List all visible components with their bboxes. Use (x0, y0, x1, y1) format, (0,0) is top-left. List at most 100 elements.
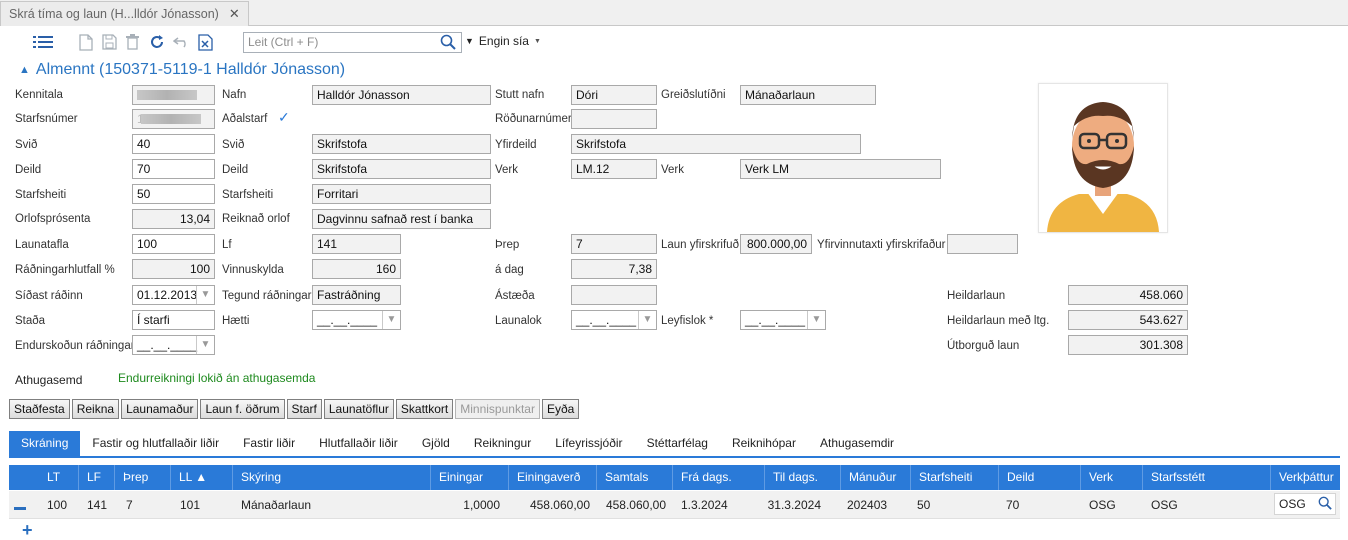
tab-lifeyrissjodir[interactable]: Lífeyrissjóðir (543, 431, 634, 456)
greidslutidni-field[interactable]: Mánaðarlaun (740, 85, 876, 105)
remove-row-icon[interactable] (14, 507, 26, 510)
orlofsprosenta-field[interactable]: 13,04 (132, 209, 215, 229)
eyda-button[interactable]: Eyða (541, 399, 580, 419)
column-header-einingaverd[interactable]: Einingaverð (509, 465, 597, 490)
utborgud-field[interactable]: 301.308 (1068, 335, 1188, 355)
verkthattur-input[interactable]: OSG (1274, 493, 1336, 515)
laun-yfirskrifud-field[interactable]: 800.000,00 (740, 234, 812, 254)
excel-export-icon[interactable] (195, 32, 215, 52)
stada-field[interactable]: Í starfi (132, 310, 215, 330)
menu-icon[interactable] (33, 32, 53, 52)
starfsheiti-code-field[interactable]: 50 (132, 184, 215, 204)
document-tab[interactable]: Skrá tíma og laun (H...lldór Jónasson) ✕ (0, 1, 249, 26)
yfirvinnutaxti-field[interactable] (947, 234, 1018, 254)
threp-field[interactable]: 7 (571, 234, 657, 254)
laun-f-odrum-button[interactable]: Laun f. öðrum (200, 399, 285, 419)
employee-avatar[interactable] (1038, 83, 1168, 233)
tab-fastir-og-hlutfalladir[interactable]: Fastir og hlutfallaðir liðir (80, 431, 231, 456)
verk-name-field[interactable]: Verk LM (740, 159, 941, 179)
cell-starfsstett[interactable]: OSG (1151, 491, 1178, 519)
reiknad-orlof-field[interactable]: Dagvinnu safnað rest í banka (312, 209, 491, 229)
column-header-lt[interactable]: LT (39, 465, 79, 490)
add-row-icon[interactable]: + (22, 521, 33, 539)
column-header-ll[interactable]: LL ▲ (171, 465, 233, 490)
starf-button[interactable]: Starf (286, 399, 322, 419)
tab-reikningur[interactable]: Reikningur (462, 431, 543, 456)
leyfislok-field[interactable]: __.__.____ ▼ (740, 310, 826, 330)
nafn-field[interactable]: Halldór Jónasson (312, 85, 491, 105)
skattkort-button[interactable]: Skattkort (395, 399, 454, 419)
filter-dropdown[interactable]: ▼ Engin sía ▼ (465, 34, 541, 48)
lf-field[interactable]: 141 (312, 234, 401, 254)
column-header-manudur[interactable]: Mánuður (841, 465, 911, 490)
yfirdeild-field[interactable]: Skrifstofa (571, 134, 861, 154)
cell-lt[interactable]: 100 (47, 491, 67, 519)
search-icon[interactable] (1318, 496, 1332, 516)
astaeda-field[interactable] (571, 285, 657, 305)
column-header-threp[interactable]: Þrep (115, 465, 171, 490)
starfsheiti-name-field[interactable]: Forritari (312, 184, 491, 204)
chevron-down-icon[interactable]: ▼ (382, 311, 400, 329)
section-header[interactable]: ▲ Almennt (150371-5119-1 Halldór Jónasso… (19, 61, 345, 79)
tab-skraning[interactable]: Skráning (9, 431, 81, 456)
cell-manudur[interactable]: 202403 (847, 491, 887, 519)
chevron-down-icon[interactable]: ▼ (807, 311, 825, 329)
tab-athugasemdir[interactable]: Athugasemdir (808, 431, 906, 456)
chevron-down-icon[interactable]: ▼ (196, 286, 214, 304)
delete-icon[interactable] (122, 32, 142, 52)
a-dag-field[interactable]: 7,38 (571, 259, 657, 279)
column-header-til-dags[interactable]: Til dags. (765, 465, 841, 490)
cell-fra-dags[interactable]: 1.3.2024 (681, 491, 728, 519)
tab-gjold[interactable]: Gjöld (410, 431, 462, 456)
column-header-samtals[interactable]: Samtals (597, 465, 673, 490)
cell-til-dags[interactable]: 31.3.2024 (765, 491, 821, 519)
stutt-nafn-field[interactable]: Dóri (571, 85, 657, 105)
column-header-einingar[interactable]: Einingar (431, 465, 509, 490)
verk-code-field[interactable]: LM.12 (571, 159, 657, 179)
kennitala-field[interactable] (132, 85, 215, 105)
column-header-starfsheiti[interactable]: Starfsheiti (911, 465, 999, 490)
chevron-down-icon[interactable]: ▼ (196, 336, 214, 354)
cell-skyring[interactable]: Mánaðarlaun (241, 491, 311, 519)
cell-ll[interactable]: 101 (180, 491, 200, 519)
rodunarnumer-field[interactable] (571, 109, 657, 129)
cell-samtals[interactable]: 458.060,00 (597, 491, 666, 519)
cell-einingar[interactable]: 1,0000 (431, 491, 500, 519)
column-header-deild[interactable]: Deild (999, 465, 1081, 490)
starfsnumer-field[interactable]: 1 (132, 109, 215, 129)
save-icon[interactable] (99, 32, 119, 52)
launatafla-field[interactable]: 100 (132, 234, 215, 254)
sidast-radinn-field[interactable]: 01.12.2013 ▼ (132, 285, 215, 305)
column-header-skyring[interactable]: Skýring (233, 465, 431, 490)
heildarlaun-ltg-field[interactable]: 543.627 (1068, 310, 1188, 330)
column-header-fra-dags[interactable]: Frá dags. (673, 465, 765, 490)
haetti-field[interactable]: __.__.____ ▼ (312, 310, 401, 330)
deild-code-field[interactable]: 70 (132, 159, 215, 179)
deild-name-field[interactable]: Skrifstofa (312, 159, 491, 179)
cell-verk[interactable]: OSG (1089, 491, 1116, 519)
tab-hlutfalladir-lidir[interactable]: Hlutfallaðir liðir (307, 431, 410, 456)
cell-lf[interactable]: 141 (87, 491, 107, 519)
search-icon[interactable] (440, 34, 457, 51)
column-header-verkthattur[interactable]: Verkþáttur (1271, 465, 1340, 490)
vinnuskylda-field[interactable]: 160 (312, 259, 401, 279)
tab-stettarfelag[interactable]: Stéttarfélag (635, 431, 720, 456)
minnispunktar-button[interactable]: Minnispunktar (455, 399, 540, 419)
undo-icon[interactable] (171, 32, 191, 52)
cell-deild[interactable]: 70 (1006, 491, 1019, 519)
column-header-verk[interactable]: Verk (1081, 465, 1143, 490)
cell-starfsheiti[interactable]: 50 (917, 491, 930, 519)
cell-threp[interactable]: 7 (126, 491, 133, 519)
tab-fastir-lidir[interactable]: Fastir liðir (231, 431, 307, 456)
tegund-radningar-field[interactable]: Fastráðning (312, 285, 401, 305)
adalstarf-checkbox[interactable]: ✓ (278, 110, 292, 124)
endurskodun-field[interactable]: __.__.____ ▼ (132, 335, 215, 355)
tab-reiknihopar[interactable]: Reiknihópar (720, 431, 808, 456)
reikna-button[interactable]: Reikna (71, 399, 120, 419)
cell-einingaverd[interactable]: 458.060,00 (509, 491, 590, 519)
close-icon[interactable]: ✕ (229, 6, 240, 22)
heildarlaun-field[interactable]: 458.060 (1068, 285, 1188, 305)
refresh-icon[interactable] (147, 32, 167, 52)
table-row[interactable]: 100 141 7 101 Mánaðarlaun 1,0000 458.060… (9, 491, 1340, 519)
launalok-field[interactable]: __.__.____ ▼ (571, 310, 657, 330)
